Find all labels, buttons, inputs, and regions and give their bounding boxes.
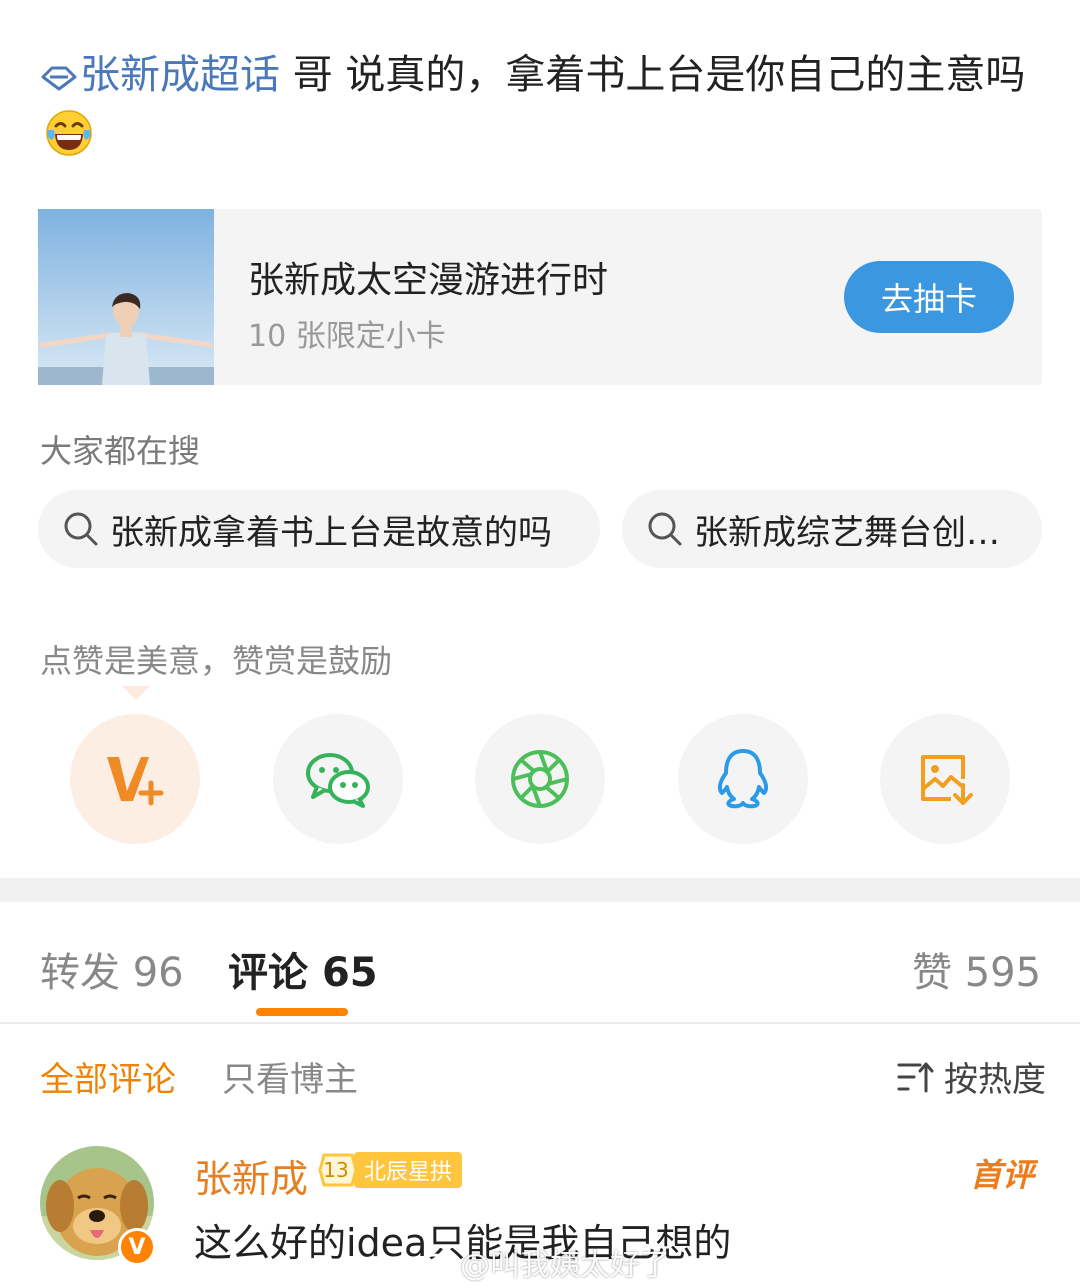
sort-label: 按热度 — [944, 1060, 1046, 1100]
v-plus-icon — [107, 757, 164, 806]
tab-comments[interactable]: 评论 65 — [228, 940, 378, 998]
card-subtitle: 10 张限定小卡 — [248, 319, 446, 354]
hint-pointer — [122, 686, 150, 700]
post-text: 张新成超话 哥 说真的，拿着书上台是你自己的主意吗 — [40, 44, 1040, 168]
active-tab-indicator — [256, 1008, 348, 1016]
share-moments-button[interactable] — [475, 714, 605, 844]
lottery-card[interactable]: 张新成太空漫游进行时 10 张限定小卡 去抽卡 — [38, 209, 1042, 385]
reward-hint: 点赞是美意，赞赏是鼓励 — [40, 642, 393, 680]
section-divider — [0, 878, 1080, 902]
post-body: 哥 说真的，拿着书上台是你自己的主意吗 — [280, 52, 1026, 98]
filter-all-comments[interactable]: 全部评论 — [40, 1052, 176, 1101]
share-wechat-button[interactable] — [273, 714, 403, 844]
card-thumbnail — [38, 209, 214, 385]
draw-card-button[interactable]: 去抽卡 — [844, 261, 1014, 333]
trending-search-title: 大家都在搜 — [40, 432, 201, 470]
search-suggestion[interactable]: 张新成拿着书上台是故意的吗 — [38, 490, 600, 568]
fan-level-name: 北辰星拱 — [354, 1152, 463, 1188]
watermark-text: @叫我姨太好了 — [460, 1248, 670, 1283]
moments-icon — [511, 750, 569, 808]
search-suggestion-label: 张新成拿着书上台是故意的吗 — [110, 512, 552, 553]
fan-level-badge: 13 北辰星拱 — [318, 1152, 463, 1188]
save-image-button[interactable] — [880, 714, 1010, 844]
save-image-icon — [921, 755, 973, 805]
super-topic-icon — [41, 66, 77, 91]
tab-likes[interactable]: 赞 595 — [912, 940, 1041, 998]
card-title: 张新成太空漫游进行时 — [248, 260, 609, 301]
search-icon — [64, 512, 98, 546]
tab-repost[interactable]: 转发 96 — [40, 940, 184, 998]
search-icon — [648, 512, 682, 546]
tab-divider — [0, 1022, 1080, 1024]
reward-button[interactable] — [70, 714, 200, 844]
watermark: @叫我姨太好了 — [418, 1240, 670, 1284]
fan-level-number: 13 — [323, 1158, 349, 1182]
first-comment-badge: 首评 — [970, 1156, 1035, 1194]
verified-badge-icon: V — [118, 1228, 156, 1266]
search-suggestion[interactable]: 张新成综艺舞台创… — [622, 490, 1042, 568]
qq-icon — [717, 749, 769, 809]
super-topic-link[interactable]: 张新成超话 — [80, 52, 280, 98]
filter-author-only[interactable]: 只看博主 — [222, 1052, 358, 1101]
weibo-logo-icon — [418, 1249, 454, 1277]
sort-icon — [897, 1062, 934, 1092]
sort-by-hot-button[interactable]: 按热度 — [896, 1052, 1046, 1101]
wechat-icon — [306, 753, 370, 808]
commenter-name[interactable]: 张新成 — [194, 1148, 308, 1203]
laughing-tears-emoji-icon — [46, 110, 92, 156]
share-qq-button[interactable] — [678, 714, 808, 844]
search-suggestion-label: 张新成综艺舞台创… — [694, 512, 1000, 553]
